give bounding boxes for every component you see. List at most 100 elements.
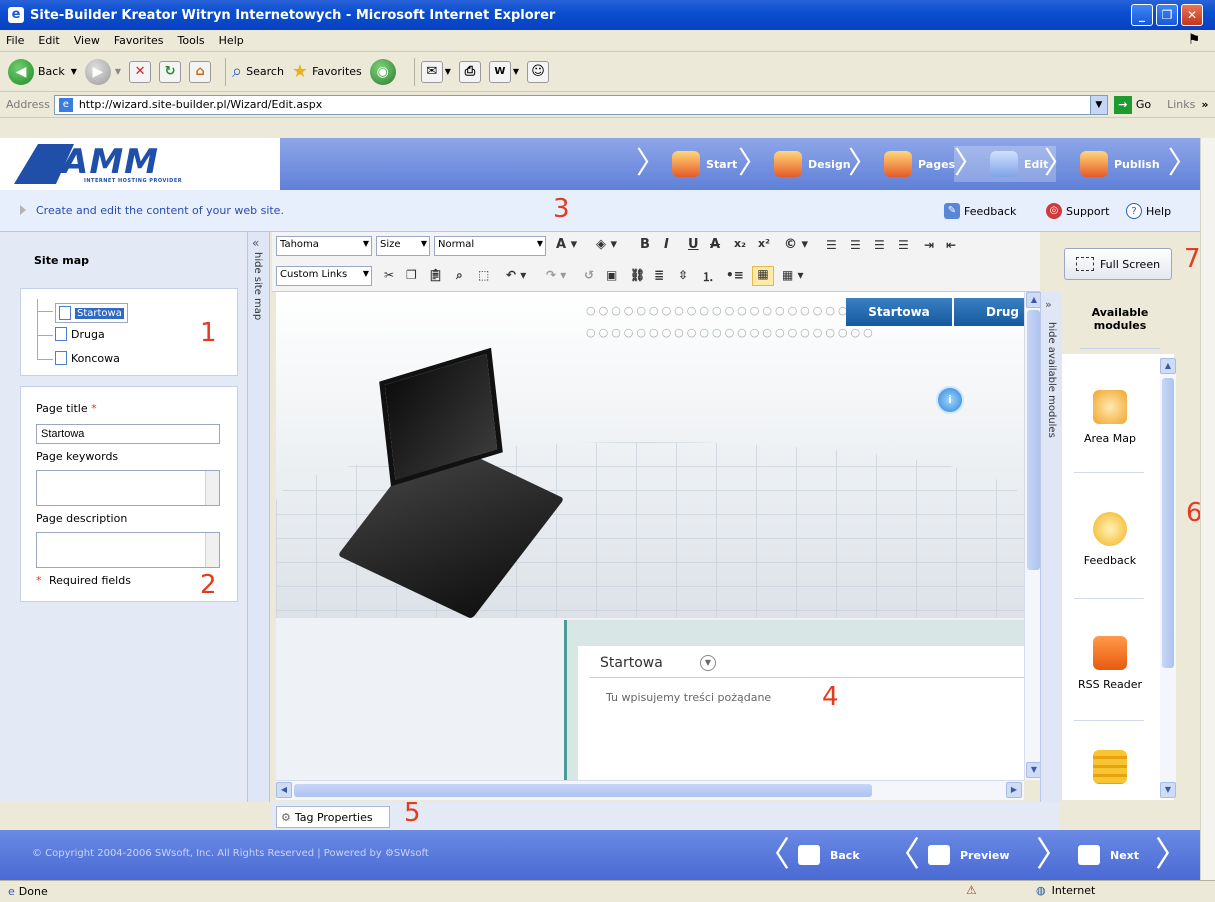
paragraph-icon[interactable]: ≣ [654, 268, 664, 282]
next-button[interactable]: 〉 Next 〉 [1036, 836, 1197, 874]
page-title-input[interactable] [36, 424, 220, 444]
custom-links-select[interactable]: Custom Links ▼ [276, 266, 372, 286]
step-pages[interactable]: 〉 Pages [848, 146, 955, 182]
back-dropdown-icon[interactable]: ▼ [71, 67, 77, 76]
home-icon[interactable]: ⌂ [189, 60, 212, 83]
scroll-down-icon[interactable]: ▼ [1160, 782, 1176, 798]
underline-icon[interactable]: U [688, 237, 699, 252]
menu-file[interactable]: File [6, 34, 24, 47]
numbered-list-icon[interactable]: ⒈ [702, 268, 714, 285]
site-nav-tab-druga[interactable]: Drug [954, 298, 1024, 326]
tree-node-druga[interactable]: Druga [55, 327, 105, 341]
links-expand-icon[interactable]: » [1201, 98, 1208, 111]
link-icon[interactable]: ⛓ [630, 268, 645, 282]
step-start[interactable]: 〉 Start [636, 146, 737, 182]
edit-dropdown-icon[interactable]: ▼ [513, 67, 519, 76]
chevron-down-icon[interactable]: ▼ [700, 655, 716, 671]
bulleted-list-icon[interactable]: •≡ [726, 268, 744, 282]
mail-dropdown-icon[interactable]: ▼ [445, 67, 451, 76]
format-select[interactable]: Normal ▼ [434, 236, 546, 256]
table-icon[interactable]: ▦ ▾ [782, 268, 804, 282]
links-button[interactable]: Links [1167, 98, 1195, 111]
page-scrollbar[interactable] [1200, 138, 1215, 880]
module-rss-reader[interactable]: RSS Reader [1062, 636, 1158, 691]
site-nav-tab-startowa[interactable]: Startowa [846, 298, 952, 326]
help-link[interactable]: ? Help [1126, 203, 1171, 219]
support-link[interactable]: ◎ Support [1046, 203, 1109, 219]
scrollbar-thumb[interactable] [1162, 378, 1174, 668]
size-select[interactable]: Size ▼ [376, 236, 430, 256]
edit-word-icon[interactable]: W [488, 60, 511, 83]
tag-properties-button[interactable]: ⚙ Tag Properties [276, 806, 390, 828]
subscript-icon[interactable]: x₂ [734, 237, 746, 250]
modules-scrollbar[interactable]: ▲ ▼ [1160, 358, 1176, 798]
align-left-icon[interactable]: ☰ [826, 238, 837, 252]
back-button[interactable]: ◀ Back ▼ [8, 58, 77, 85]
scroll-right-icon[interactable]: ▶ [1006, 782, 1022, 798]
module-item[interactable] [1062, 750, 1158, 792]
page-keywords-input[interactable] [36, 470, 220, 506]
content-body[interactable]: Tu wpisujemy treści pożądane [606, 691, 771, 704]
align-center-icon[interactable]: ☰ [850, 238, 861, 252]
superscript-icon[interactable]: x² [758, 237, 770, 250]
highlight-color-icon[interactable]: ◈ ▾ [596, 237, 617, 252]
menu-view[interactable]: View [74, 34, 100, 47]
menu-tools[interactable]: Tools [178, 34, 205, 47]
menu-favorites[interactable]: Favorites [114, 34, 164, 47]
step-edit[interactable]: 〉 Edit [954, 146, 1057, 182]
italic-icon[interactable]: I [664, 237, 669, 252]
scrollbar-thumb[interactable] [1027, 310, 1040, 570]
media-icon[interactable]: ◉ [369, 58, 396, 85]
expand-right-icon[interactable]: » [1045, 298, 1052, 311]
module-area-map[interactable]: Area Map [1062, 390, 1158, 445]
paste-icon[interactable]: 📋︎ [428, 268, 443, 282]
line-spacing-icon[interactable]: ⇳ [678, 268, 688, 282]
minimize-button[interactable]: _ [1131, 4, 1153, 26]
bold-icon[interactable]: B [640, 237, 650, 252]
step-publish[interactable]: 〉 Publish 〉 [1044, 146, 1204, 182]
address-input[interactable]: e http://wizard.site-builder.pl/Wizard/E… [53, 94, 1108, 115]
page-description-input[interactable] [36, 532, 220, 568]
search-button[interactable]: ⌕ Search [232, 61, 284, 82]
module-feedback[interactable]: Feedback [1062, 512, 1158, 567]
indent-icon[interactable]: ⇥ [924, 238, 934, 252]
favorites-button[interactable]: ★ Favorites [292, 61, 362, 82]
info-icon[interactable]: i [936, 386, 964, 414]
menu-help[interactable]: Help [219, 34, 244, 47]
hide-site-map-tab[interactable]: « hide site map [248, 232, 270, 802]
font-color-icon[interactable]: A ▾ [556, 237, 577, 252]
special-char-icon[interactable]: © ▾ [784, 237, 808, 252]
step-design[interactable]: 〉 Design [738, 146, 851, 182]
scrollbar-thumb[interactable] [294, 784, 872, 797]
cut-icon[interactable]: ✂ [384, 268, 394, 282]
editor-horizontal-scrollbar[interactable]: ◀ ▶ [276, 780, 1024, 800]
full-screen-button[interactable]: Full Screen [1064, 248, 1172, 280]
find-icon[interactable]: ⌕ [456, 268, 463, 283]
forward-button[interactable]: ▶ ▼ [84, 58, 121, 85]
preview-button[interactable]: 〈 Preview [886, 836, 1010, 874]
align-right-icon[interactable]: ☰ [874, 238, 885, 252]
copy-icon[interactable]: ❐ [406, 268, 417, 282]
scroll-up-icon[interactable]: ▲ [1160, 358, 1176, 374]
tree-node-koncowa[interactable]: Koncowa [55, 351, 120, 365]
scroll-left-icon[interactable]: ◀ [276, 782, 292, 798]
forward-dropdown-icon[interactable]: ▼ [115, 67, 121, 76]
address-dropdown-icon[interactable]: ▼ [1089, 95, 1107, 114]
scrollbar[interactable] [205, 533, 219, 567]
go-button[interactable]: → Go [1113, 95, 1151, 114]
menu-edit[interactable]: Edit [38, 34, 59, 47]
collapse-left-icon[interactable]: « [252, 236, 259, 250]
undo-icon[interactable]: ↶ ▾ [506, 268, 526, 282]
redo-icon[interactable]: ↷ ▾ [546, 268, 566, 282]
tree-node-startowa[interactable]: Startowa [55, 303, 128, 323]
refresh-icon[interactable]: ↻ [159, 60, 182, 83]
feedback-link[interactable]: ✎ Feedback [944, 203, 1016, 219]
image-icon[interactable]: ▣ [606, 268, 617, 282]
design-mode-icon[interactable]: ▦ [752, 266, 774, 286]
mail-icon[interactable]: ✉ [420, 60, 443, 83]
print-icon[interactable]: ⎙ [458, 60, 481, 83]
back-wizard-button[interactable]: 〈 Back [756, 836, 860, 874]
stop-icon[interactable]: ✕ [129, 60, 152, 83]
messenger-icon[interactable]: ☺ [527, 60, 550, 83]
strikethrough-icon[interactable]: A [710, 237, 720, 252]
